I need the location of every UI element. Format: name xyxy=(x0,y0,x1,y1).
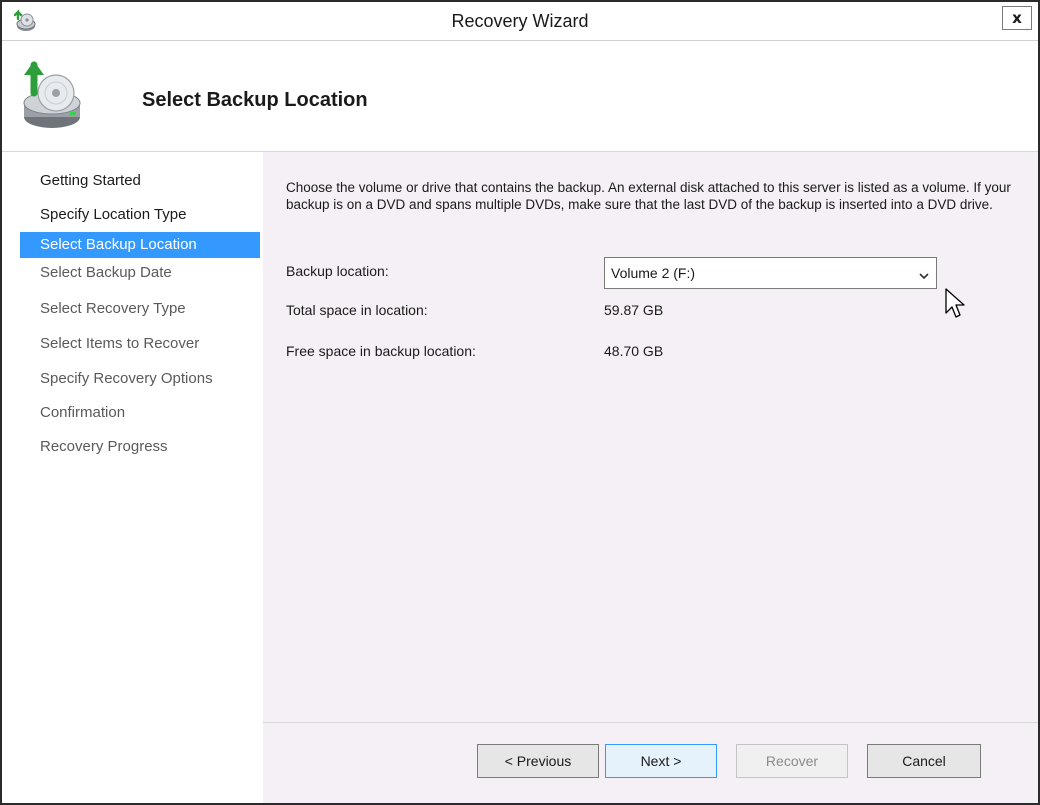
instructions-text: Choose the volume or drive that contains… xyxy=(286,180,1011,212)
free-space-label: Free space in backup location: xyxy=(286,343,476,359)
step-confirmation: Confirmation xyxy=(40,404,126,421)
wizard-content: Choose the volume or drive that contains… xyxy=(263,152,1038,722)
step-getting-started[interactable]: Getting Started xyxy=(20,168,260,194)
total-space-value: 59.87 GB xyxy=(604,302,664,318)
recover-button: Recover xyxy=(736,744,848,778)
wizard-header: Select Backup Location xyxy=(2,41,1038,152)
backup-recovery-icon xyxy=(20,57,84,131)
recovery-wizard-window: Recovery Wizard x Select Backup Location… xyxy=(0,0,1040,805)
title-bar[interactable]: Recovery Wizard x xyxy=(2,2,1038,41)
step-select-backup-date: Select Backup Date xyxy=(40,264,172,281)
free-space-value: 48.70 GB xyxy=(604,343,664,359)
cancel-button[interactable]: Cancel xyxy=(867,744,981,778)
step-specify-recovery-options: Specify Recovery Options xyxy=(40,370,213,387)
step-select-recovery-type: Select Recovery Type xyxy=(40,300,186,317)
backup-location-label: Backup location: xyxy=(286,263,389,279)
window-title: Recovery Wizard xyxy=(451,11,589,31)
backup-location-dropdown[interactable]: Volume 2 (F:) xyxy=(604,257,937,289)
step-select-items-to-recover: Select Items to Recover xyxy=(40,335,200,352)
wizard-footer: < Previous Next > Recover Cancel xyxy=(263,722,1038,803)
page-title: Select Backup Location xyxy=(142,89,368,111)
previous-button[interactable]: < Previous xyxy=(477,744,599,778)
backup-location-value: Volume 2 (F:) xyxy=(611,265,696,281)
next-button[interactable]: Next > xyxy=(605,744,717,778)
step-specify-location-type[interactable]: Specify Location Type xyxy=(20,202,260,228)
step-select-backup-location[interactable]: Select Backup Location xyxy=(20,232,260,258)
chevron-down-icon xyxy=(918,268,930,280)
close-icon: x xyxy=(1012,9,1022,27)
wizard-steps-sidebar: Getting Started Specify Location Type Se… xyxy=(2,152,262,803)
close-button[interactable]: x xyxy=(1002,6,1032,30)
total-space-label: Total space in location: xyxy=(286,302,428,318)
step-recovery-progress: Recovery Progress xyxy=(40,438,168,455)
